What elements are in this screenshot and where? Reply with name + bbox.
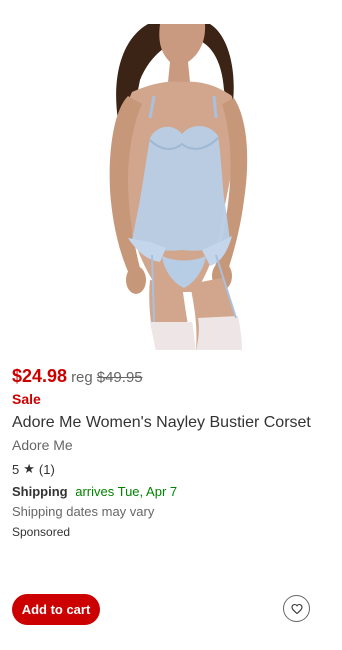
star-icon: ★ (23, 461, 35, 476)
rating-count: (1) (38, 461, 55, 477)
current-price: $24.98 (12, 366, 68, 386)
rating-value: 5 (12, 461, 20, 477)
sponsored-label: Sponsored (12, 525, 71, 539)
shipping-label: Shipping (12, 484, 68, 499)
product-title-link[interactable]: Adore Me Women's Nayley Bustier Corset (12, 414, 311, 432)
product-rating[interactable]: 5 ★ (1) (12, 461, 55, 477)
shipping-info: Shipping arrives Tue, Apr 7 (12, 484, 177, 499)
favorite-button[interactable] (283, 595, 310, 622)
product-image[interactable] (0, 0, 342, 350)
brand-link[interactable]: Adore Me (12, 437, 73, 453)
sale-label: Sale (12, 391, 41, 407)
product-card: $24.98 reg $49.95 Sale Adore Me Women's … (0, 0, 342, 650)
add-to-cart-button[interactable]: Add to cart (12, 594, 100, 625)
shipping-note: Shipping dates may vary (12, 504, 155, 519)
price-row: $24.98 reg $49.95 (12, 366, 143, 387)
regular-price-label: reg (71, 369, 93, 386)
heart-outline-icon (290, 603, 303, 614)
product-photo (109, 24, 248, 350)
regular-price: $49.95 (96, 369, 143, 386)
shipping-date: arrives Tue, Apr 7 (75, 484, 178, 499)
